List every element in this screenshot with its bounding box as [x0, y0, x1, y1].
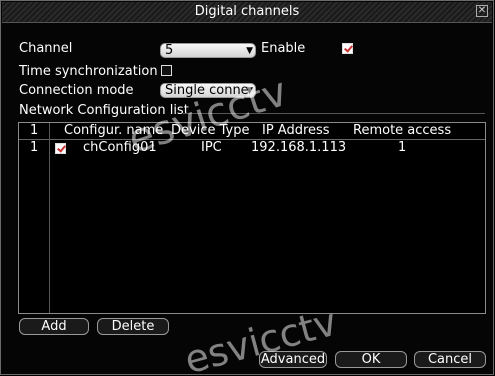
column-separator [49, 123, 50, 313]
column-header-remote-access[interactable]: Remote access [353, 124, 451, 138]
ok-button[interactable]: OK [335, 351, 407, 368]
time-sync-checkbox[interactable] [161, 65, 172, 76]
add-button[interactable]: Add [19, 318, 89, 335]
cancel-button[interactable]: Cancel [414, 351, 486, 368]
connection-mode-select[interactable]: Single conne ▼ [160, 83, 256, 98]
chevron-down-icon: ▼ [246, 46, 253, 56]
dialog-title: Digital channels [194, 4, 300, 19]
row-checkbox[interactable] [55, 143, 66, 154]
column-header-device-type[interactable]: Device Type [171, 124, 249, 138]
column-header-index[interactable]: 1 [30, 124, 38, 138]
channel-label: Channel [19, 41, 73, 56]
enable-label: Enable [261, 41, 306, 56]
close-icon[interactable]: ✕ [476, 5, 488, 17]
delete-button[interactable]: Delete [97, 318, 169, 335]
digital-channels-dialog: Digital channels ✕ Channel 5 ▼ Enable Ti… [0, 0, 494, 375]
title-bar: Digital channels ✕ [2, 2, 492, 23]
channel-select-value: 5 [165, 43, 174, 58]
connection-mode-value: Single conne [165, 83, 249, 98]
time-sync-label: Time synchronization [19, 64, 158, 79]
network-list-label: Network Configuration list [19, 103, 189, 118]
chevron-down-icon: ▼ [246, 86, 253, 96]
column-header-config-name[interactable]: Configur. name [64, 124, 163, 138]
section-divider [183, 113, 485, 114]
row-config-name: chConfig01 [83, 140, 157, 155]
channel-select[interactable]: 5 ▼ [160, 43, 256, 58]
row-ip-address: 192.168.1.113 [251, 140, 347, 155]
advanced-button[interactable]: Advanced [259, 351, 327, 368]
column-header-ip-address[interactable]: IP Address [262, 124, 330, 138]
row-remote-access: 1 [398, 140, 407, 155]
row-device-type: IPC [201, 140, 222, 155]
connection-mode-label: Connection mode [19, 83, 134, 98]
enable-checkbox[interactable] [342, 43, 353, 54]
table-header: 1 Configur. name Device Type IP Address … [19, 123, 485, 140]
row-index: 1 [30, 140, 39, 155]
network-config-table[interactable]: 1 Configur. name Device Type IP Address … [18, 122, 486, 314]
